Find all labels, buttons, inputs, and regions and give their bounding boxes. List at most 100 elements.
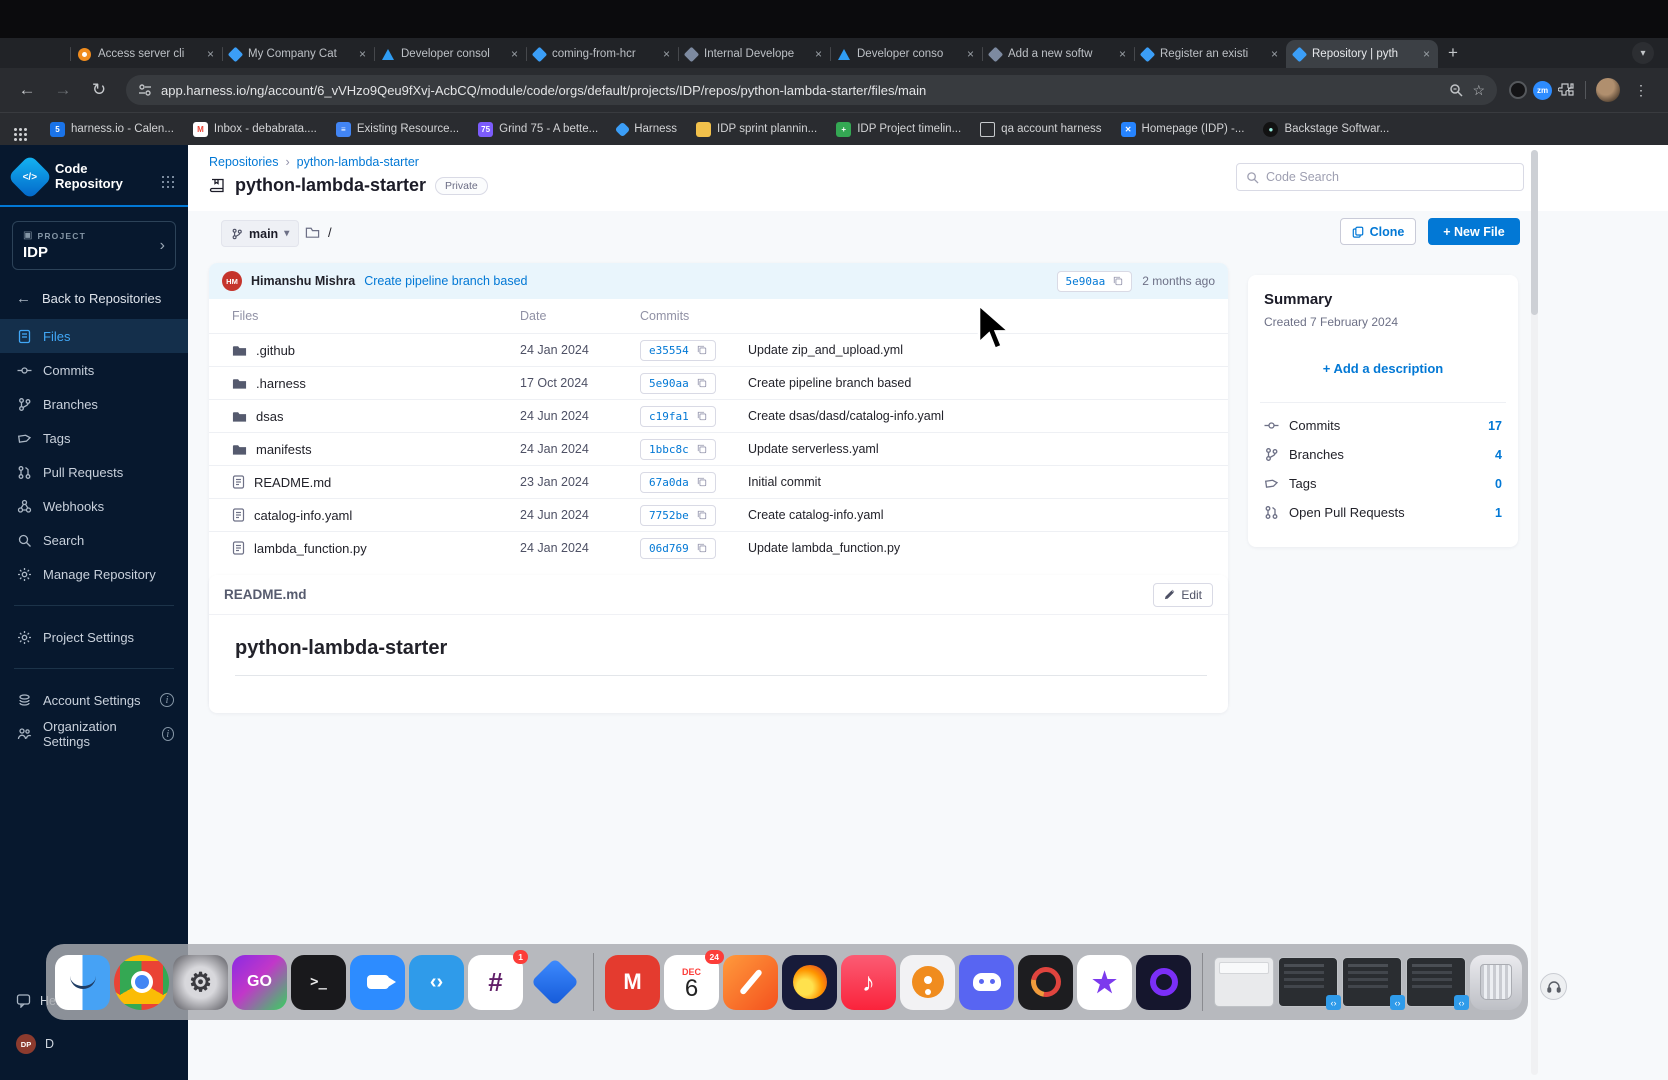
tab-repository-active[interactable]: Repository | pyth× bbox=[1286, 40, 1438, 68]
sidebar-item-pull-requests[interactable]: Pull Requests bbox=[0, 455, 188, 489]
bookmark-harness-calendar[interactable]: 5harness.io - Calen... bbox=[50, 122, 174, 137]
discord-icon[interactable] bbox=[959, 955, 1014, 1010]
bookmark-idp-timeline[interactable]: +IDP Project timelin... bbox=[836, 122, 961, 137]
minimized-window-light[interactable] bbox=[1214, 957, 1274, 1007]
apple-music-icon[interactable]: ♪ bbox=[841, 955, 896, 1010]
minimized-window-dark[interactable]: ‹› bbox=[1278, 957, 1338, 1007]
sidebar-item-tags[interactable]: Tags bbox=[0, 421, 188, 455]
star-app-icon[interactable]: ★ bbox=[1077, 955, 1132, 1010]
apps-grid-icon[interactable] bbox=[14, 128, 17, 131]
tab-close-icon[interactable]: × bbox=[815, 47, 822, 61]
bookmark-existing-resources[interactable]: ≡Existing Resource... bbox=[336, 122, 459, 137]
tab-access-server[interactable]: Access server cli× bbox=[70, 40, 222, 68]
stat-tags[interactable]: Tags0 bbox=[1264, 469, 1502, 498]
copy-icon[interactable] bbox=[697, 510, 707, 520]
sidebar-item-account-settings[interactable]: Account Settingsi bbox=[0, 683, 188, 717]
sidebar-item-manage-repository[interactable]: Manage Repository bbox=[0, 557, 188, 591]
resource-center-button[interactable] bbox=[1540, 973, 1567, 1000]
tab-close-icon[interactable]: × bbox=[1271, 47, 1278, 61]
new-file-button[interactable]: + New File bbox=[1428, 218, 1520, 245]
clone-button[interactable]: Clone bbox=[1340, 218, 1416, 245]
bookmark-grind75[interactable]: 75Grind 75 - A bette... bbox=[478, 122, 598, 137]
copy-icon[interactable] bbox=[697, 378, 707, 388]
sidebar-item-organization-settings[interactable]: Organization Settingsi bbox=[0, 717, 188, 751]
commit-message[interactable]: Create catalog-info.yaml bbox=[748, 508, 1205, 522]
table-row[interactable]: manifests 24 Jan 2024 1bbc8c Update serv… bbox=[209, 432, 1228, 465]
purple-app-icon[interactable] bbox=[1136, 955, 1191, 1010]
zoom-app-icon[interactable] bbox=[350, 955, 405, 1010]
bookmark-idp-sprint[interactable]: IDP sprint plannin... bbox=[696, 122, 817, 137]
sidebar-item-project-settings[interactable]: Project Settings bbox=[0, 620, 188, 654]
commit-hash-chip[interactable]: 5e90aa bbox=[1057, 271, 1133, 292]
tab-add-new-software[interactable]: Add a new softw× bbox=[982, 40, 1134, 68]
table-row[interactable]: lambda_function.py 24 Jan 2024 06d769 Up… bbox=[209, 531, 1228, 564]
vscode-icon[interactable]: ‹› bbox=[409, 955, 464, 1010]
commit-message[interactable]: Initial commit bbox=[748, 475, 1205, 489]
user-menu[interactable]: DPD bbox=[16, 1034, 172, 1054]
macupdater-icon[interactable]: M bbox=[605, 955, 660, 1010]
copy-icon[interactable] bbox=[697, 477, 707, 487]
slack-icon[interactable]: #1 bbox=[468, 955, 523, 1010]
profile-avatar[interactable] bbox=[1596, 78, 1620, 102]
commit-hash-chip[interactable]: 5e90aa bbox=[640, 373, 716, 394]
bookmark-homepage-idp[interactable]: ✕Homepage (IDP) -... bbox=[1121, 122, 1245, 137]
bookmark-backstage[interactable]: ●Backstage Softwar... bbox=[1263, 122, 1389, 137]
calendar-app-icon[interactable]: DEC624 bbox=[664, 955, 719, 1010]
extension-dark-icon[interactable] bbox=[1509, 81, 1527, 99]
reload-button[interactable]: ↻ bbox=[84, 80, 114, 100]
sidebar-item-search[interactable]: Search bbox=[0, 523, 188, 557]
bookmark-inbox[interactable]: MInbox - debabrata.... bbox=[193, 122, 317, 137]
commit-message-link[interactable]: Create pipeline branch based bbox=[364, 274, 527, 288]
commit-hash-chip[interactable]: 06d769 bbox=[640, 538, 716, 559]
table-row[interactable]: .harness 17 Oct 2024 5e90aa Create pipel… bbox=[209, 366, 1228, 399]
commit-hash-chip[interactable]: 67a0da bbox=[640, 472, 716, 493]
zoom-page-icon[interactable] bbox=[1449, 83, 1463, 97]
table-row[interactable]: README.md 23 Jan 2024 67a0da Initial com… bbox=[209, 465, 1228, 498]
stat-branches[interactable]: Branches4 bbox=[1264, 440, 1502, 469]
finder-icon[interactable] bbox=[55, 955, 110, 1010]
copy-icon[interactable] bbox=[1113, 276, 1123, 286]
new-tab-button[interactable]: + bbox=[1448, 43, 1458, 63]
back-to-repositories[interactable]: ←Back to Repositories bbox=[0, 270, 188, 319]
project-selector[interactable]: ▣PROJECT IDP › bbox=[12, 221, 176, 270]
sidebar-item-files[interactable]: Files bbox=[0, 319, 188, 353]
minimized-window-dark[interactable]: ‹› bbox=[1406, 957, 1466, 1007]
table-row[interactable]: .github 24 Jan 2024 e35554 Update zip_an… bbox=[209, 333, 1228, 366]
tab-close-icon[interactable]: × bbox=[207, 47, 214, 61]
table-row[interactable]: dsas 24 Jun 2024 c19fa1 Create dsas/dasd… bbox=[209, 399, 1228, 432]
page-scrollbar-thumb[interactable] bbox=[1531, 150, 1538, 315]
site-info-icon[interactable] bbox=[138, 83, 152, 97]
breadcrumb-repositories[interactable]: Repositories bbox=[209, 155, 278, 169]
back-button[interactable]: ← bbox=[12, 80, 42, 100]
stat-open-pull-requests[interactable]: Open Pull Requests1 bbox=[1264, 498, 1502, 527]
extensions-puzzle-icon[interactable] bbox=[1558, 82, 1575, 99]
tab-close-icon[interactable]: × bbox=[1119, 47, 1126, 61]
firefox-icon[interactable] bbox=[782, 955, 837, 1010]
copy-icon[interactable] bbox=[697, 411, 707, 421]
bookmark-star-icon[interactable]: ☆ bbox=[1472, 82, 1485, 99]
zoom-extension-icon[interactable]: zm bbox=[1533, 81, 1552, 100]
tab-search-chevron-button[interactable]: ▾ bbox=[1632, 42, 1654, 64]
chrome-icon[interactable] bbox=[114, 955, 169, 1010]
kebab-menu-icon[interactable]: ⋮ bbox=[1626, 82, 1656, 99]
add-description-link[interactable]: + Add a description bbox=[1264, 361, 1502, 376]
breadcrumb-current[interactable]: python-lambda-starter bbox=[297, 155, 419, 169]
forward-button[interactable]: → bbox=[48, 80, 78, 100]
edit-button[interactable]: Edit bbox=[1153, 583, 1213, 607]
commit-hash-chip[interactable]: e35554 bbox=[640, 340, 716, 361]
tab-developer-console-2[interactable]: Developer conso× bbox=[830, 40, 982, 68]
copy-icon[interactable] bbox=[697, 345, 707, 355]
openvpn-icon[interactable] bbox=[900, 955, 955, 1010]
commit-hash-chip[interactable]: 1bbc8c bbox=[640, 439, 716, 460]
minimized-window-dark[interactable]: ‹› bbox=[1342, 957, 1402, 1007]
terminal-icon[interactable]: >_ bbox=[291, 955, 346, 1010]
tab-close-icon[interactable]: × bbox=[1423, 47, 1430, 61]
commit-message[interactable]: Create dsas/dasd/catalog-info.yaml bbox=[748, 409, 1205, 423]
tab-register-existing[interactable]: Register an existi× bbox=[1134, 40, 1286, 68]
stat-commits[interactable]: Commits17 bbox=[1264, 411, 1502, 440]
tab-internal-developer[interactable]: Internal Develope× bbox=[678, 40, 830, 68]
commit-hash-chip[interactable]: 7752be bbox=[640, 505, 716, 526]
screenshot-tool-icon[interactable] bbox=[723, 955, 778, 1010]
goland-icon[interactable]: GO bbox=[232, 955, 287, 1010]
commit-message[interactable]: Update serverless.yaml bbox=[748, 442, 1205, 456]
